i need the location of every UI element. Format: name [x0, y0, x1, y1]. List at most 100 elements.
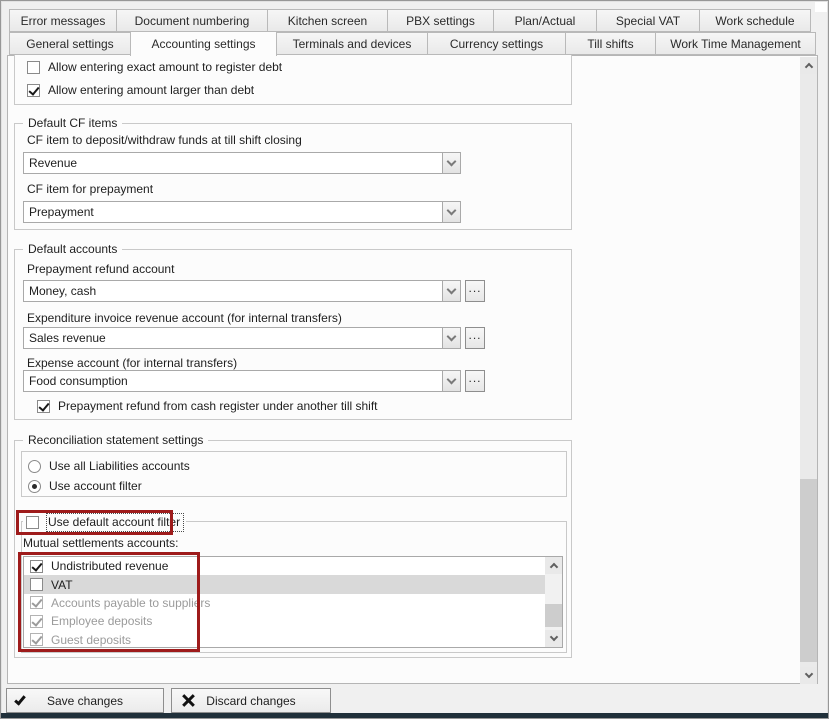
tab-label: Currency settings — [450, 37, 543, 51]
chevron-down-icon[interactable] — [442, 153, 460, 173]
browse-button[interactable]: ... — [465, 370, 485, 392]
combo-value: Sales revenue — [24, 328, 442, 348]
main-scrollbar[interactable] — [800, 57, 817, 684]
checkbox-label: Allow entering exact amount to register … — [48, 60, 282, 74]
tab-label: Accounting settings — [151, 37, 255, 51]
radio-use-account-filter[interactable]: Use account filter — [28, 478, 142, 494]
chevron-down-icon[interactable] — [442, 371, 460, 391]
checkbox-amount-larger-than-debt[interactable]: Allow entering amount larger than debt — [27, 82, 254, 98]
mutual-settlements-accounts-list: Undistributed revenue VAT Accounts payab… — [23, 556, 563, 648]
expenditure-invoice-revenue-combo[interactable]: Sales revenue — [23, 327, 461, 349]
check-icon — [17, 689, 23, 712]
checkbox-box[interactable] — [26, 516, 39, 529]
settings-scroll-area: Allow entering exact amount to register … — [7, 55, 818, 684]
checkbox-box[interactable] — [37, 400, 50, 413]
checkbox-box[interactable] — [30, 560, 43, 573]
list-scrollbar-thumb[interactable] — [545, 604, 562, 627]
checkbox-box — [30, 596, 43, 609]
account-label: Employee deposits — [51, 614, 152, 628]
account-label: Undistributed revenue — [51, 559, 168, 573]
field-label: CF item to deposit/withdraw funds at til… — [27, 133, 302, 147]
group-title: Default accounts — [23, 242, 122, 256]
tab-general-settings[interactable]: General settings — [9, 32, 131, 55]
expense-account-combo[interactable]: Food consumption — [23, 370, 461, 392]
tab-label: Special VAT — [616, 14, 680, 28]
radio-label: Use account filter — [49, 479, 142, 493]
tab-special-vat[interactable]: Special VAT — [596, 9, 700, 32]
tab-label: PBX settings — [406, 14, 475, 28]
radio-button[interactable] — [28, 460, 41, 473]
cf-item-till-closing-combo[interactable]: Revenue — [23, 152, 461, 174]
reconciliation-settings-group: Reconciliation statement settings Use al… — [14, 440, 572, 658]
checkbox-box — [30, 633, 43, 646]
account-label: VAT — [51, 578, 73, 592]
browse-button[interactable]: ... — [465, 327, 485, 349]
checkbox-box[interactable] — [27, 61, 40, 74]
account-row-accounts-payable: Accounts payable to suppliers — [24, 594, 545, 612]
list-scrollbar[interactable] — [545, 557, 562, 647]
mutual-settlements-label: Mutual settlements accounts: — [23, 536, 182, 550]
tab-kitchen-screen[interactable]: Kitchen screen — [267, 9, 388, 32]
button-label: Discard changes — [206, 694, 295, 708]
tab-label: General settings — [26, 37, 113, 51]
chevron-down-icon[interactable] — [442, 281, 460, 301]
main-scrollbar-thumb[interactable] — [800, 479, 817, 662]
tab-row-top: Error messages Document numbering Kitche… — [9, 9, 811, 32]
chevron-down-icon[interactable] — [442, 202, 460, 222]
checkbox-use-default-account-filter[interactable]: Use default account filter — [23, 514, 186, 530]
scroll-up-icon[interactable] — [800, 57, 817, 74]
scroll-down-icon[interactable] — [545, 630, 562, 647]
window-bottom-edge — [1, 713, 828, 718]
tab-currency-settings[interactable]: Currency settings — [427, 32, 566, 55]
field-label: Expenditure invoice revenue account (for… — [27, 311, 342, 325]
checkbox-label: Prepayment refund from cash register und… — [58, 399, 378, 413]
browse-button[interactable]: ... — [465, 280, 485, 302]
checkbox-label: Allow entering amount larger than debt — [48, 83, 254, 97]
tab-label: Work schedule — [715, 14, 794, 28]
group-title: Reconciliation statement settings — [23, 433, 208, 447]
field-label: Prepayment refund account — [27, 262, 174, 276]
combo-value: Food consumption — [24, 371, 442, 391]
radio-label: Use all Liabilities accounts — [49, 459, 190, 473]
account-row-guest-deposits: Guest deposits — [24, 631, 545, 649]
tab-pbx-settings[interactable]: PBX settings — [387, 9, 494, 32]
tab-label: Terminals and devices — [293, 37, 412, 51]
checkbox-prepayment-refund-another-till-shift[interactable]: Prepayment refund from cash register und… — [37, 398, 378, 414]
tab-plan-actual[interactable]: Plan/Actual — [493, 9, 597, 32]
tab-accounting-settings[interactable]: Accounting settings — [130, 31, 277, 56]
tab-row-bottom: General settings Accounting settings Ter… — [9, 32, 816, 56]
tab-terminals-and-devices[interactable]: Terminals and devices — [276, 32, 428, 55]
account-row-vat[interactable]: VAT — [24, 575, 545, 593]
scroll-up-icon[interactable] — [545, 557, 562, 574]
discard-changes-button[interactable]: Discard changes — [171, 688, 331, 713]
tab-label: Work Time Management — [670, 37, 801, 51]
checkbox-box[interactable] — [27, 84, 40, 97]
checkbox-box[interactable] — [30, 578, 43, 591]
default-accounts-group: Default accounts Prepayment refund accou… — [14, 249, 572, 420]
cf-item-prepayment-combo[interactable]: Prepayment — [23, 201, 461, 223]
combo-value: Money, cash — [24, 281, 442, 301]
radio-button[interactable] — [28, 480, 41, 493]
account-row-employee-deposits: Employee deposits — [24, 612, 545, 630]
tab-work-time-management[interactable]: Work Time Management — [655, 32, 816, 55]
radio-use-all-liabilities[interactable]: Use all Liabilities accounts — [28, 458, 190, 474]
save-changes-button[interactable]: Save changes — [6, 688, 164, 713]
tab-error-messages[interactable]: Error messages — [9, 9, 117, 32]
tab-label: Kitchen screen — [288, 14, 367, 28]
scroll-down-icon[interactable] — [800, 667, 817, 684]
account-row-undistributed-revenue[interactable]: Undistributed revenue — [24, 557, 545, 575]
tab-till-shifts[interactable]: Till shifts — [565, 32, 656, 55]
combo-value: Revenue — [24, 153, 442, 173]
prepayment-refund-account-combo[interactable]: Money, cash — [23, 280, 461, 302]
checkbox-box — [30, 615, 43, 628]
tab-work-schedule[interactable]: Work schedule — [699, 9, 811, 32]
tab-document-numbering[interactable]: Document numbering — [116, 9, 268, 32]
button-label: Save changes — [47, 694, 123, 708]
window-corner-artifact — [815, 2, 827, 12]
tab-label: Error messages — [21, 14, 106, 28]
tab-label: Document numbering — [135, 14, 250, 28]
account-label: Accounts payable to suppliers — [51, 596, 210, 610]
debt-flags-group: Allow entering exact amount to register … — [14, 55, 572, 105]
chevron-down-icon[interactable] — [442, 328, 460, 348]
checkbox-exact-amount-debt[interactable]: Allow entering exact amount to register … — [27, 59, 282, 75]
